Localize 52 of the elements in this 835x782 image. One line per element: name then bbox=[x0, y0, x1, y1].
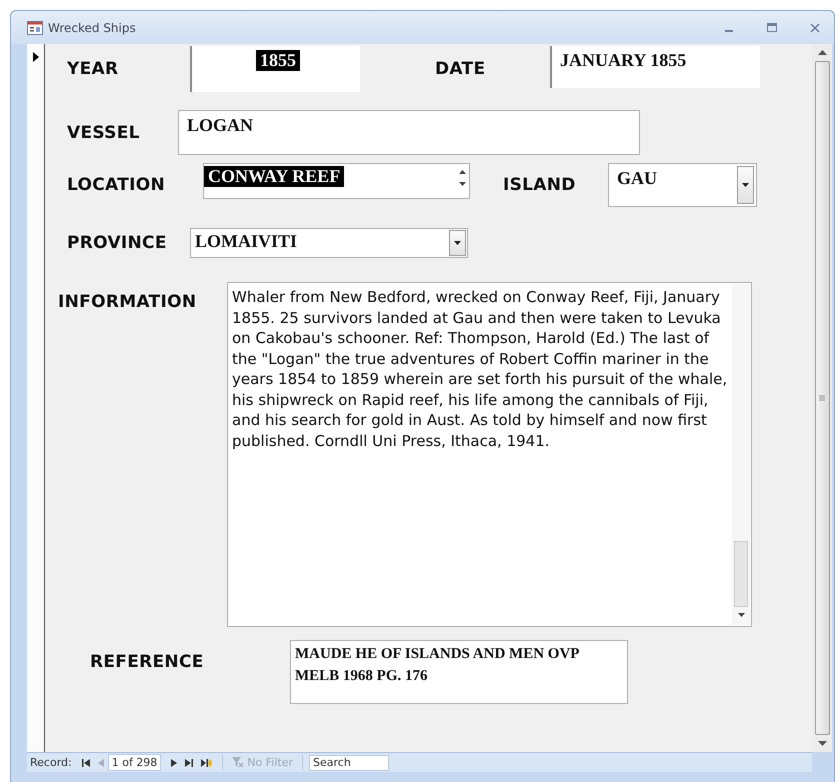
text-area[interactable] bbox=[227, 282, 752, 627]
field-label: DATE bbox=[435, 58, 486, 81]
maximize-icon[interactable] bbox=[767, 23, 777, 32]
input-field[interactable]: CONWAY REEF bbox=[203, 163, 470, 199]
current-record-icon bbox=[32, 52, 38, 62]
scroll-down-icon[interactable] bbox=[738, 613, 744, 617]
record-position-field[interactable]: 1 of 298 bbox=[108, 754, 162, 771]
form-icon bbox=[27, 20, 43, 34]
record-label: Record: bbox=[30, 756, 72, 769]
field-label: INFORMATION bbox=[58, 291, 198, 314]
scrollbar[interactable] bbox=[812, 44, 832, 752]
field-label: PROVINCE bbox=[67, 232, 168, 255]
field-value: Whaler from New Bedford, wrecked on Conway Reef, Fiji, January 1855. 25 survivors landed at Gau and then were taken to Levuka on Cakobau's schooner. Ref: Thompson, Harold (Ed.) The last of the "Logan" the true adventures of Robert Coffin mariner in the years 1854 to 1859 wherein are set forth his pursuit of the whale, his shipwreck on Rapid reef, his life among the cannibals of Fiji, and his search for gold in Aust. As told by himself and now first published. Corndll Uni Press, Ithaca, 1941. bbox=[231, 287, 728, 451]
field-label: LOCATION bbox=[67, 174, 166, 197]
field-label: ISLAND bbox=[503, 174, 577, 197]
field-value: MAUDE HE OF ISLANDS AND MEN OVP MELB 1968 PG. 176 bbox=[294, 645, 580, 686]
window-title: Wrecked Ships bbox=[48, 20, 136, 34]
next-record-icon[interactable] bbox=[171, 758, 178, 766]
field-value: JANUARY 1855 bbox=[559, 50, 688, 71]
first-record-icon[interactable] bbox=[82, 758, 90, 766]
combo-box[interactable]: LOMAIVITI bbox=[190, 228, 468, 258]
record-selector[interactable] bbox=[27, 44, 45, 752]
new-record-icon[interactable] bbox=[201, 758, 212, 766]
caret-down-icon bbox=[742, 183, 749, 187]
field-value: 1855 bbox=[256, 50, 300, 71]
input-field[interactable]: LOGAN bbox=[178, 110, 640, 155]
scroll-thumb[interactable] bbox=[734, 541, 748, 607]
spin-down-icon[interactable] bbox=[459, 182, 466, 186]
input-field[interactable]: MAUDE HE OF ISLANDS AND MEN OVP MELB 1968 PG. 176 bbox=[290, 640, 628, 704]
dropdown-button[interactable] bbox=[737, 166, 754, 204]
field-value: CONWAY REEF bbox=[204, 166, 344, 187]
scrollbar[interactable] bbox=[732, 284, 750, 625]
dropdown-button[interactable] bbox=[449, 230, 466, 256]
field-value: GAU bbox=[616, 168, 658, 189]
caret-down-icon bbox=[454, 241, 461, 245]
grip-icon bbox=[819, 395, 825, 401]
field-label: YEAR bbox=[67, 58, 120, 81]
close-icon[interactable] bbox=[810, 22, 820, 32]
spin-up-icon[interactable] bbox=[459, 170, 466, 174]
input-field[interactable]: 1855 bbox=[190, 46, 360, 92]
last-record-icon[interactable] bbox=[185, 758, 194, 766]
field-label: VESSEL bbox=[67, 122, 141, 144]
filter-icon bbox=[232, 757, 244, 768]
scroll-down-icon[interactable] bbox=[818, 741, 826, 746]
field-value: LOMAIVITI bbox=[194, 231, 298, 252]
scroll-up-icon[interactable] bbox=[818, 50, 826, 55]
input-field[interactable]: JANUARY 1855 bbox=[550, 46, 760, 88]
scroll-thumb[interactable] bbox=[814, 61, 830, 735]
field-value: LOGAN bbox=[186, 115, 254, 136]
combo-box[interactable]: GAU bbox=[608, 163, 757, 207]
field-label: REFERENCE bbox=[90, 651, 205, 674]
search-field[interactable]: Search bbox=[309, 754, 390, 770]
